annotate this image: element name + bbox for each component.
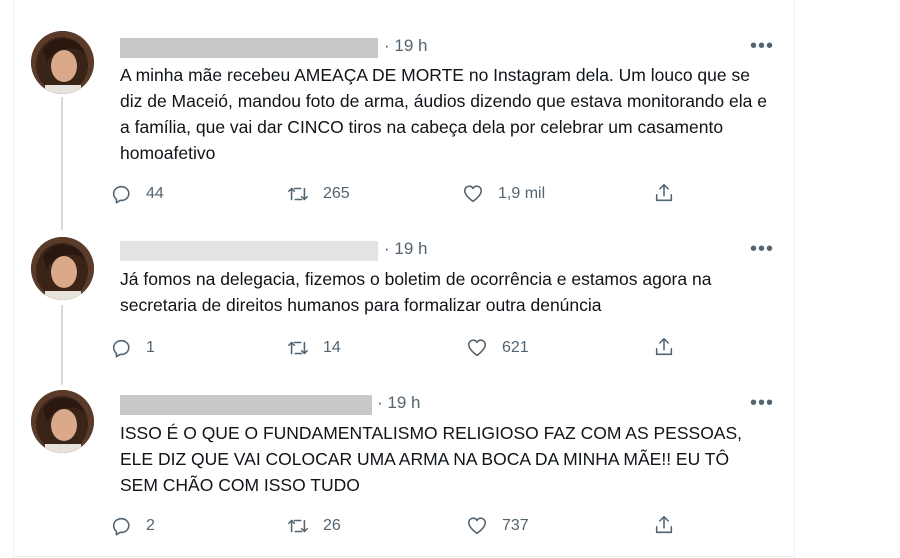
- redacted-username: [120, 395, 372, 415]
- retweet-icon: [288, 519, 308, 533]
- share-button[interactable]: [653, 514, 675, 541]
- heart-icon: [467, 517, 487, 535]
- tweet-header: · 19 h: [120, 392, 440, 415]
- reply-button[interactable]: 2: [110, 514, 155, 538]
- share-icon: [655, 515, 673, 534]
- reply-count: 2: [146, 517, 155, 534]
- reply-icon: [112, 517, 130, 536]
- like-count: 737: [502, 517, 529, 534]
- retweet-button[interactable]: 26: [287, 514, 341, 538]
- tweet-actions: 2 26 737: [110, 514, 680, 538]
- tweet[interactable]: · 19 h ••• ISSO É O QUE O FUNDAMENTALISM…: [13, 0, 793, 556]
- avatar[interactable]: [31, 390, 94, 453]
- tweet-text: ISSO É O QUE O FUNDAMENTALISMO RELIGIOSO…: [120, 423, 743, 495]
- retweet-count: 26: [323, 517, 341, 534]
- more-icon[interactable]: •••: [750, 393, 774, 413]
- tweet-timestamp[interactable]: · 19 h: [377, 393, 420, 413]
- like-button[interactable]: 737: [466, 514, 529, 538]
